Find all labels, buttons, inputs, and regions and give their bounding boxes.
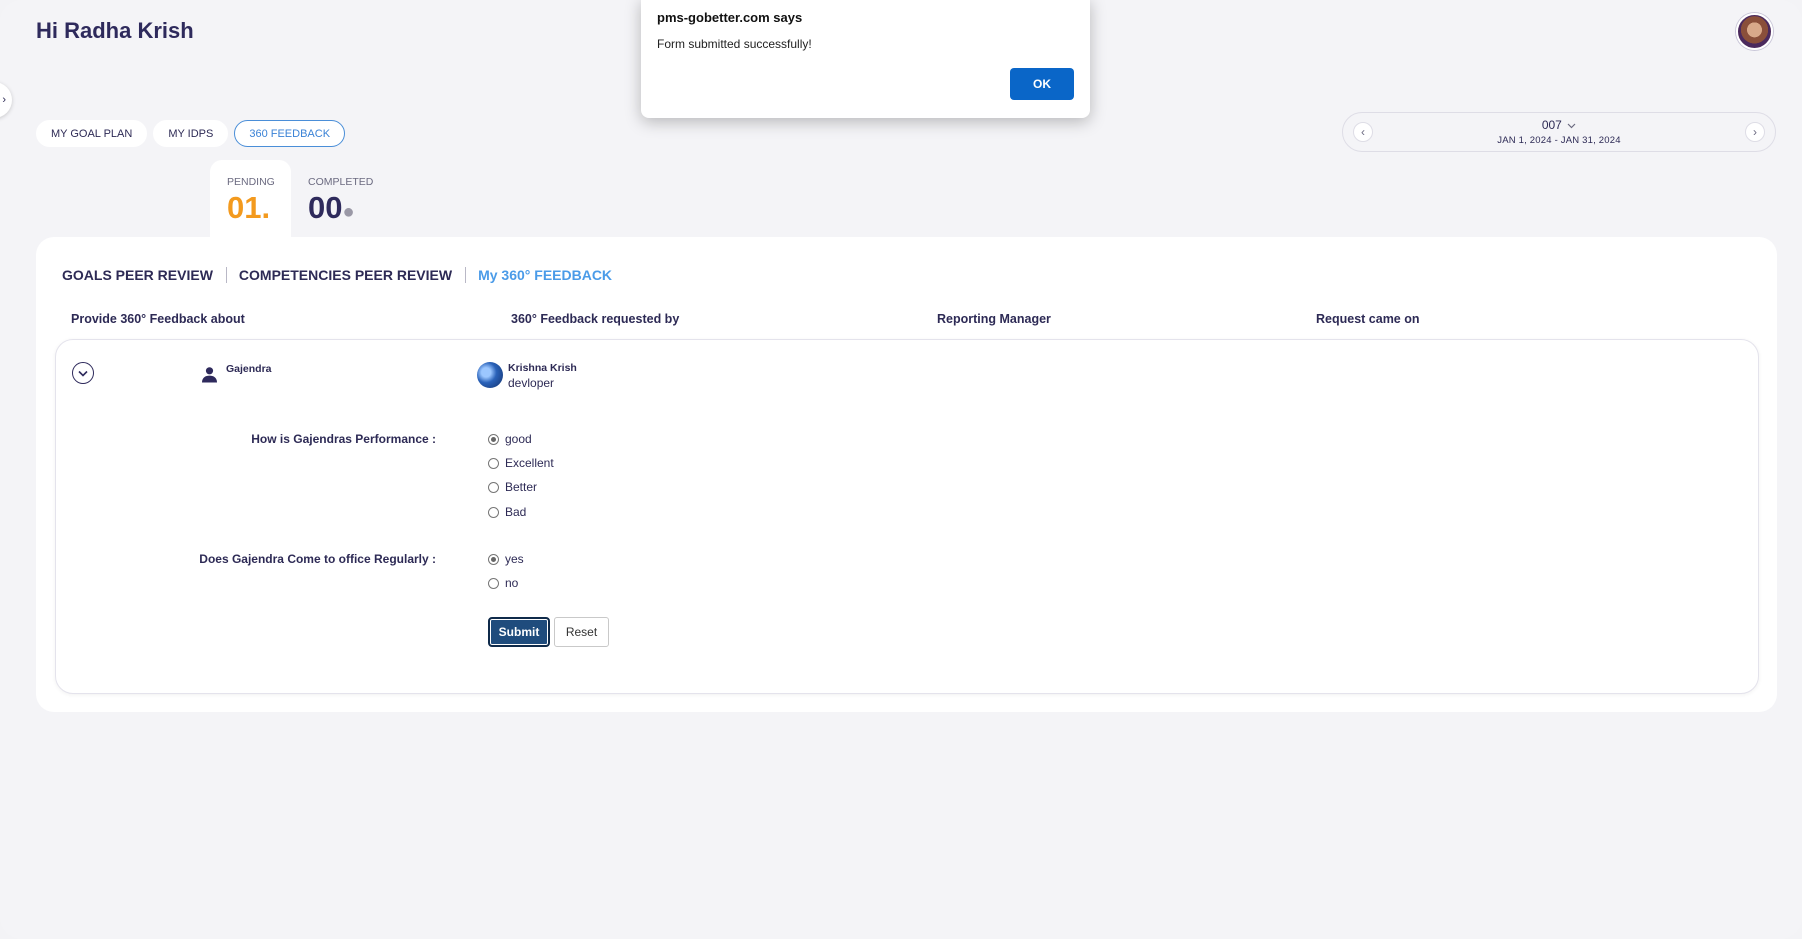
column-header-feedback-about: Provide 360° Feedback about	[71, 312, 245, 326]
tab-my-idps[interactable]: MY IDPS	[153, 120, 229, 147]
completed-label: COMPLETED	[308, 176, 374, 188]
user-avatar[interactable]	[1736, 13, 1773, 50]
column-header-request-date: Request came on	[1316, 312, 1420, 326]
pending-count-wrap: 01.	[227, 192, 291, 223]
question-label-performance: How is Gajendras Performance :	[251, 432, 436, 446]
period-dates: JAN 1, 2024 - JAN 31, 2024	[1497, 135, 1621, 146]
completed-count: 00	[308, 190, 343, 225]
pending-status-tab[interactable]: PENDING 01.	[210, 160, 291, 240]
app-window: › Hi Radha Krish MY GOAL PLAN MY IDPS 36…	[0, 0, 1802, 939]
question-label-attendance: Does Gajendra Come to office Regularly :	[199, 552, 436, 566]
dot-icon: .	[261, 190, 271, 225]
pending-label: PENDING	[227, 176, 275, 188]
period-selector: ‹ 007 JAN 1, 2024 - JAN 31, 2024 ›	[1342, 112, 1776, 152]
tab-goals-peer-review[interactable]: GOALS PEER REVIEW	[62, 267, 213, 283]
radio-option-bad[interactable]: Bad	[488, 505, 526, 519]
tab-divider	[225, 267, 227, 283]
sidebar-toggle-button[interactable]: ›	[0, 82, 12, 118]
reset-button[interactable]: Reset	[554, 617, 609, 647]
tab-competencies-peer-review[interactable]: COMPETENCIES PEER REVIEW	[239, 267, 452, 283]
column-header-reporting-manager: Reporting Manager	[937, 312, 1051, 326]
dialog-message: Form submitted successfully!	[657, 37, 812, 51]
option-label: Bad	[505, 505, 527, 519]
option-label: Better	[505, 480, 538, 494]
feedback-panel: GOALS PEER REVIEW COMPETENCIES PEER REVI…	[36, 237, 1777, 712]
tab-my-goal-plan[interactable]: MY GOAL PLAN	[36, 120, 148, 147]
chevron-right-icon: ›	[2, 94, 6, 106]
period-name: 007	[1541, 118, 1562, 132]
dialog-title: pms-gobetter.com says	[657, 10, 803, 25]
period-dropdown[interactable]: 007	[1343, 118, 1775, 132]
radio-button[interactable]	[488, 433, 499, 445]
table-row: Gajendra Krishna Krish devloper How is G…	[55, 339, 1759, 694]
radio-option-yes[interactable]: yes	[488, 552, 524, 566]
requester-role: devloper	[508, 376, 555, 390]
chevron-down-icon	[1567, 123, 1576, 129]
radio-option-better[interactable]: Better	[488, 480, 537, 494]
radio-option-excellent[interactable]: Excellent	[488, 456, 554, 470]
completed-count-wrap: 00●	[308, 192, 372, 223]
main-tabs: MY GOAL PLAN MY IDPS 360 FEEDBACK	[36, 120, 346, 147]
requester-name: Krishna Krish	[508, 362, 577, 374]
option-label: yes	[505, 552, 524, 566]
chevron-right-icon: ›	[1753, 125, 1757, 139]
column-header-requested-by: 360° Feedback requested by	[511, 312, 680, 326]
dot-icon: ●	[342, 201, 355, 223]
chevron-down-icon	[78, 370, 88, 377]
status-tabs: PENDING 01. COMPLETED 00●	[210, 160, 374, 240]
radio-button[interactable]	[488, 457, 499, 469]
radio-button[interactable]	[488, 481, 499, 493]
option-label: no	[505, 576, 519, 590]
expand-row-button[interactable]	[72, 362, 94, 384]
radio-button[interactable]	[488, 577, 499, 589]
page-greeting: Hi Radha Krish	[36, 18, 194, 43]
ok-button[interactable]: OK	[1010, 68, 1074, 100]
pending-count: 01	[227, 190, 262, 225]
submit-button[interactable]: Submit	[488, 617, 550, 647]
radio-button[interactable]	[488, 506, 499, 518]
requester-avatar	[477, 362, 503, 388]
radio-option-good[interactable]: good	[488, 432, 532, 446]
subject-name: Gajendra	[226, 363, 272, 375]
person-icon	[202, 367, 217, 383]
option-label: good	[505, 432, 532, 446]
tab-360-feedback[interactable]: 360 FEEDBACK	[234, 120, 346, 147]
radio-option-no[interactable]: no	[488, 576, 518, 590]
alert-dialog: pms-gobetter.com says Form submitted suc…	[641, 0, 1090, 118]
next-period-button[interactable]: ›	[1745, 122, 1765, 142]
tab-divider	[465, 267, 467, 283]
tab-my-360-feedback[interactable]: My 360° FEEDBACK	[478, 267, 612, 283]
radio-button[interactable]	[488, 553, 499, 565]
sub-tabs: GOALS PEER REVIEW COMPETENCIES PEER REVI…	[62, 267, 612, 283]
completed-status-tab[interactable]: COMPLETED 00●	[291, 160, 374, 240]
option-label: Excellent	[505, 456, 554, 470]
